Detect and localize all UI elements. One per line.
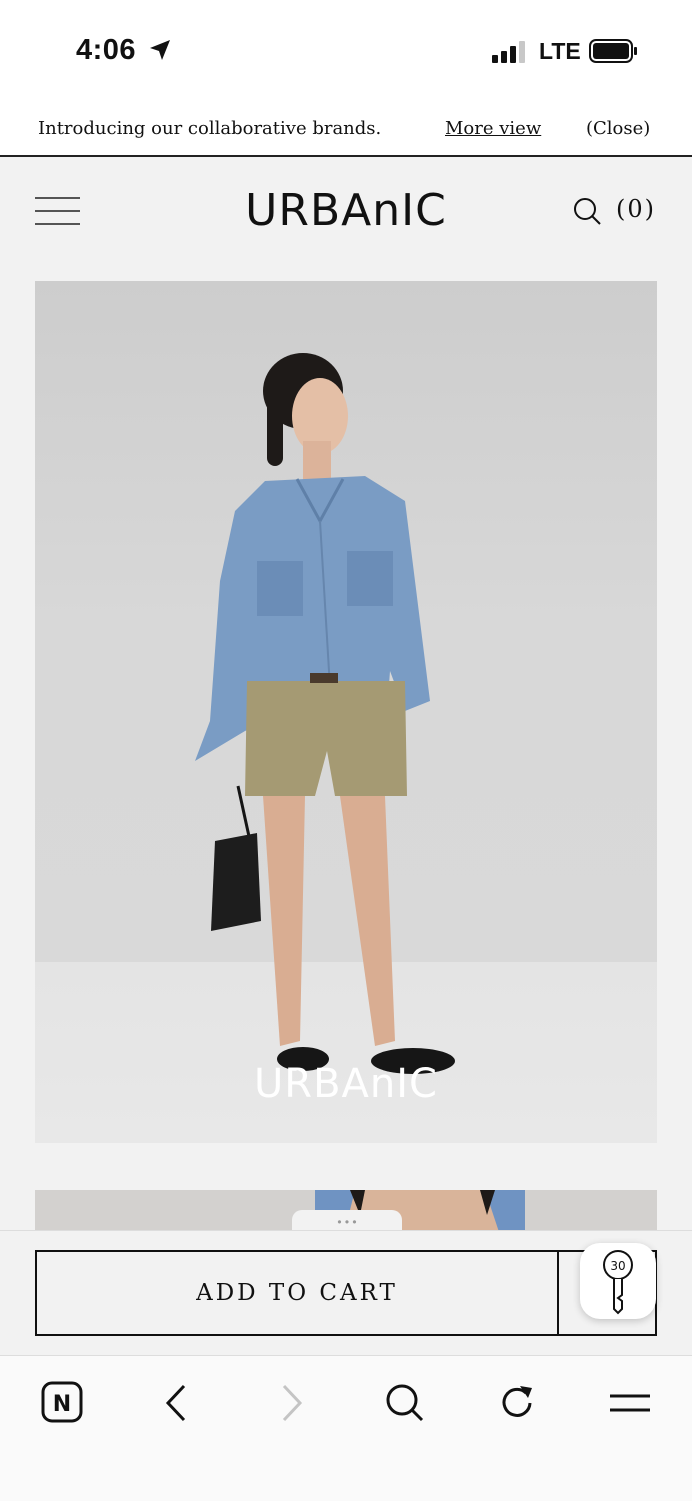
sheet-drag-handle[interactable]: • • •	[292, 1210, 402, 1232]
forward-icon[interactable]	[266, 1378, 316, 1428]
naver-home-icon[interactable]: N	[38, 1378, 88, 1428]
announcement-bar: Introducing our collaborative brands. Mo…	[0, 100, 692, 157]
browser-toolbar: N	[0, 1355, 692, 1501]
search-icon-toolbar[interactable]	[380, 1378, 430, 1428]
location-arrow-icon	[150, 40, 170, 60]
network-type: LTE	[539, 38, 581, 64]
signal-bars-icon	[492, 41, 525, 63]
menu-icon-toolbar[interactable]	[604, 1378, 654, 1428]
add-to-cart-button[interactable]: ADD TO CART	[35, 1250, 559, 1336]
model-illustration	[195, 353, 455, 1074]
reload-icon[interactable]	[492, 1378, 542, 1428]
back-icon[interactable]	[152, 1378, 202, 1428]
announcement-text: Introducing our collaborative brands.	[38, 118, 382, 139]
page-content: URBAnIC (0) URBAnIC	[0, 157, 692, 1230]
battery-icon	[589, 39, 637, 63]
key-badge-number: 30	[610, 1259, 625, 1273]
search-icon[interactable]	[573, 197, 603, 227]
home-icon-letter: N	[53, 1392, 71, 1417]
more-view-link[interactable]: More view	[445, 118, 541, 139]
close-announcement-button[interactable]: (Close)	[586, 118, 650, 139]
key-badge-button[interactable]: 30	[580, 1243, 656, 1319]
hero-logo-watermark: URBAnIC	[254, 1061, 438, 1107]
hero-image[interactable]: URBAnIC	[35, 281, 657, 1143]
cart-count[interactable]: (0)	[616, 195, 656, 223]
status-time: 4:06	[76, 34, 137, 66]
key-icon: 30	[603, 1250, 633, 1315]
status-bar: 4:06 LTE	[0, 0, 692, 100]
